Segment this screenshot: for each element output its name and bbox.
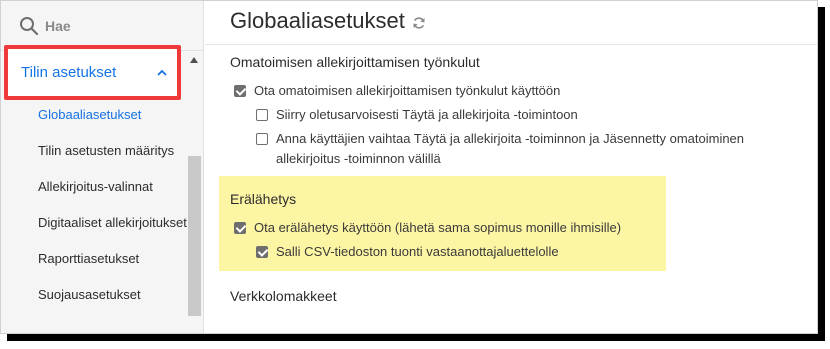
default-fill-sign-checkbox[interactable] bbox=[256, 109, 268, 121]
search-bar bbox=[1, 1, 203, 51]
option-label: Ota erälähetys käyttöön (lähetä sama sop… bbox=[254, 220, 622, 235]
refresh-icon[interactable] bbox=[412, 16, 426, 30]
enable-bulk-send-checkbox[interactable] bbox=[234, 222, 246, 234]
search-input[interactable] bbox=[45, 17, 185, 34]
option-label: Siirry oletusarvoisesti Täytä ja allekir… bbox=[276, 107, 578, 122]
section-title-eralahetys: Erälähetys bbox=[230, 191, 297, 207]
enable-self-sign-checkbox[interactable] bbox=[234, 85, 246, 97]
sidebar-item-tilin-asetusten-maaritys[interactable]: Tilin asetusten määritys bbox=[1, 133, 187, 169]
scroll-up-arrow-icon[interactable] bbox=[190, 57, 198, 63]
option-enable-bulk-send: Ota erälähetys käyttöön (lähetä sama sop… bbox=[234, 218, 664, 238]
option-allow-switch: Anna käyttäjien vaihtaa Täytä ja allekir… bbox=[256, 129, 791, 169]
sidebar: Globaaliasetukset Tilin asetusten määrit… bbox=[1, 1, 204, 333]
sidebar-item-raporttiasetukset[interactable]: Raporttiasetukset bbox=[1, 241, 187, 277]
chevron-up-icon[interactable] bbox=[157, 68, 167, 78]
app-window: Globaaliasetukset Tilin asetusten määrit… bbox=[0, 0, 818, 334]
sidebar-item-allekirjoitus-valinnat[interactable]: Allekirjoitus-valinnat bbox=[1, 169, 187, 205]
option-allow-csv-import: Salli CSV-tiedoston tuonti vastaanottaja… bbox=[256, 242, 656, 262]
option-enable-self-sign: Ota omatoimisen allekirjoittamisen työnk… bbox=[234, 81, 774, 101]
section-title-omatoiminen: Omatoimisen allekirjoittamisen työnkulut bbox=[230, 54, 480, 70]
sidebar-item-digitaaliset-allekirjoitukset[interactable]: Digitaaliset allekirjoitukset bbox=[1, 205, 187, 241]
header-divider bbox=[205, 44, 817, 45]
sidebar-section-tilin-asetukset[interactable]: Tilin asetukset bbox=[4, 45, 181, 100]
option-label: Salli CSV-tiedoston tuonti vastaanottaja… bbox=[276, 244, 559, 259]
option-label: Ota omatoimisen allekirjoittamisen työnk… bbox=[254, 83, 561, 98]
sidebar-item-suojausasetukset[interactable]: Suojausasetukset bbox=[1, 277, 187, 313]
sidebar-section-label: Tilin asetukset bbox=[21, 64, 117, 81]
page-header: Globaaliasetukset bbox=[205, 1, 817, 41]
page-title: Globaaliasetukset bbox=[230, 8, 405, 33]
sidebar-item-globaaliasetukset[interactable]: Globaaliasetukset bbox=[1, 97, 187, 133]
section-title-verkkolomakkeet: Verkkolomakkeet bbox=[230, 288, 337, 304]
main-content: Globaaliasetukset Omatoimisen allekirjoi… bbox=[205, 1, 817, 333]
option-default-fill-sign: Siirry oletusarvoisesti Täytä ja allekir… bbox=[256, 105, 796, 125]
sidebar-scrollbar-thumb[interactable] bbox=[188, 156, 201, 316]
option-label: Anna käyttäjien vaihtaa Täytä ja allekir… bbox=[276, 131, 745, 166]
allow-csv-import-checkbox[interactable] bbox=[256, 246, 268, 258]
search-icon[interactable] bbox=[19, 16, 39, 36]
sidebar-nav: Globaaliasetukset Tilin asetusten määrit… bbox=[1, 97, 187, 313]
allow-switch-checkbox[interactable] bbox=[256, 133, 268, 145]
